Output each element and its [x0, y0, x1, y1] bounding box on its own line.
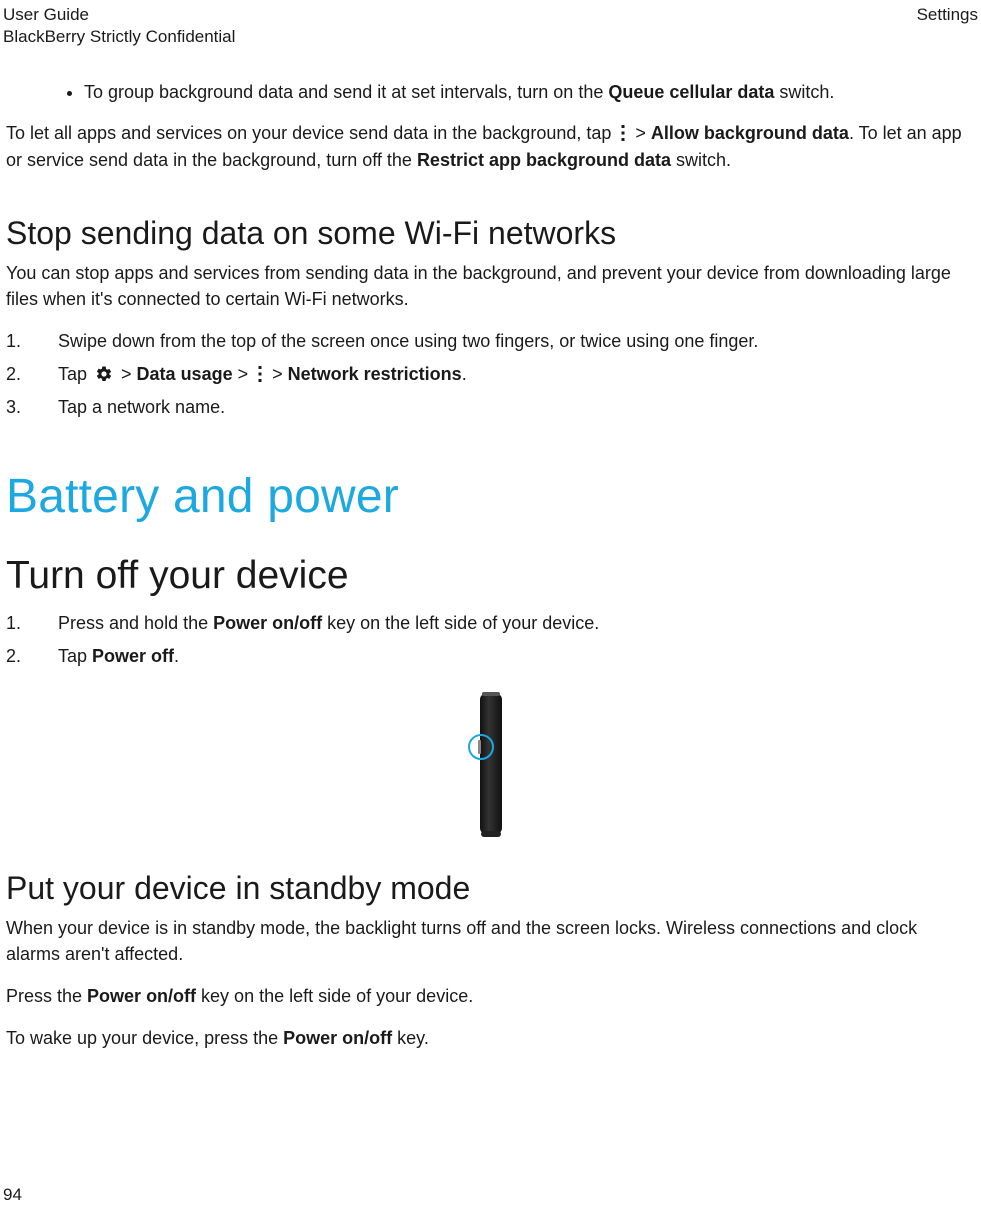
steps-wifi: Swipe down from the top of the screen on…	[6, 328, 975, 421]
bold-text: Restrict app background data	[417, 150, 671, 170]
paragraph: Press the Power on/off key on the left s…	[6, 983, 975, 1009]
bold-text: Power on/off	[213, 613, 322, 633]
bullet-list: To group background data and send it at …	[6, 80, 975, 104]
step-item: Tap > Data usage > > Network restriction…	[6, 361, 975, 388]
page-number: 94	[3, 1185, 22, 1205]
paragraph: When your device is in standby mode, the…	[6, 915, 975, 967]
device-figure	[6, 694, 975, 834]
text: To group background data and send it at …	[84, 82, 608, 102]
text: Tap	[58, 364, 92, 384]
page-header: User Guide BlackBerry Strictly Confident…	[3, 0, 978, 48]
text: Press and hold the	[58, 613, 213, 633]
text: key on the left side of your device.	[196, 986, 473, 1006]
bold-text: Power on/off	[283, 1028, 392, 1048]
bullet-item: To group background data and send it at …	[84, 80, 975, 104]
text: key.	[392, 1028, 429, 1048]
text: switch.	[774, 82, 834, 102]
gear-icon	[95, 365, 113, 383]
text: key on the left side of your device.	[322, 613, 599, 633]
steps-power: Press and hold the Power on/off key on t…	[6, 610, 975, 670]
header-confidential: BlackBerry Strictly Confidential	[3, 26, 235, 48]
paragraph: You can stop apps and services from send…	[6, 260, 975, 312]
bold-text: Data usage	[137, 364, 233, 384]
header-title: User Guide	[3, 4, 235, 26]
paragraph: To let all apps and services on your dev…	[6, 120, 975, 172]
phone-side-view	[480, 694, 502, 834]
step-item: Tap Power off.	[6, 643, 975, 670]
text: >	[267, 364, 288, 384]
highlight-circle-icon	[468, 734, 494, 760]
text: Tap	[58, 646, 92, 666]
heading-battery: Battery and power	[6, 469, 975, 524]
bold-text: Power on/off	[87, 986, 196, 1006]
header-section: Settings	[917, 4, 978, 48]
heading-stop-wifi: Stop sending data on some Wi-Fi networks	[6, 215, 975, 252]
heading-standby: Put your device in standby mode	[6, 870, 975, 907]
text: To let all apps and services on your dev…	[6, 123, 616, 143]
more-vert-icon	[256, 365, 264, 383]
bold-text: Network restrictions	[288, 364, 462, 384]
step-item: Swipe down from the top of the screen on…	[6, 328, 975, 355]
bold-text: Power off	[92, 646, 174, 666]
text: To wake up your device, press the	[6, 1028, 283, 1048]
text: >	[116, 364, 137, 384]
bold-text: Allow background data	[651, 123, 849, 143]
text: .	[174, 646, 179, 666]
text: >	[233, 364, 254, 384]
text: Press the	[6, 986, 87, 1006]
text: .	[462, 364, 467, 384]
bold-text: Queue cellular data	[608, 82, 774, 102]
text: switch.	[671, 150, 731, 170]
step-item: Tap a network name.	[6, 394, 975, 421]
paragraph: To wake up your device, press the Power …	[6, 1025, 975, 1051]
text: >	[630, 123, 651, 143]
heading-turn-off: Turn off your device	[6, 554, 975, 598]
more-vert-icon	[619, 124, 627, 142]
step-item: Press and hold the Power on/off key on t…	[6, 610, 975, 637]
